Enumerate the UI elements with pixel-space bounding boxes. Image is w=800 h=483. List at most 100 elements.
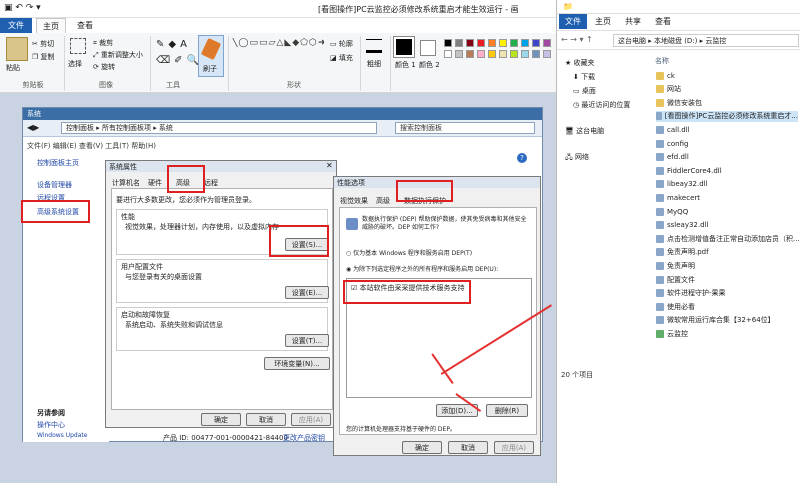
rotate-button[interactable]: ⟳ 旋转: [93, 62, 115, 72]
nav-favorites[interactable]: ★ 收藏夹: [565, 58, 595, 68]
color-swatch[interactable]: [532, 50, 540, 58]
color-palette[interactable]: [444, 39, 554, 63]
list-item[interactable]: 使用必看: [656, 301, 695, 312]
color2-swatch[interactable]: [420, 40, 436, 56]
list-item[interactable]: [看图操作]PC云监控必须修改系统重启才...: [656, 110, 798, 122]
color-swatch[interactable]: [532, 39, 540, 47]
copy-button[interactable]: ❐ 复制: [32, 52, 55, 62]
size-icon[interactable]: [366, 39, 382, 53]
list-item[interactable]: 软件进程守护-果果: [656, 288, 726, 299]
color2-label[interactable]: 颜色 2: [419, 60, 440, 70]
perfopts-apply-button[interactable]: 应用(A): [494, 441, 534, 454]
size-label[interactable]: 粗细: [367, 59, 381, 69]
color-swatch[interactable]: [477, 39, 485, 47]
color-swatch[interactable]: [499, 50, 507, 58]
tab-view[interactable]: 查看: [70, 18, 100, 33]
sysprops-apply-button[interactable]: 应用(A): [291, 413, 331, 426]
paste-icon[interactable]: [6, 37, 28, 61]
nav-network[interactable]: 🖧 网络: [565, 152, 589, 164]
color-swatch[interactable]: [510, 39, 518, 47]
help-icon[interactable]: ?: [517, 153, 527, 163]
color-swatch[interactable]: [499, 39, 507, 47]
nav-recent[interactable]: ◷ 最近访问的位置: [573, 100, 630, 110]
color1-swatch[interactable]: [393, 36, 415, 58]
explorer-tab-file[interactable]: 文件: [559, 14, 587, 29]
explorer-tab-share[interactable]: 共享: [619, 14, 647, 29]
tab-hardware[interactable]: 硬件: [148, 178, 162, 188]
quick-access-icons[interactable]: ▣ ↶ ↷ ▾: [4, 3, 41, 13]
explorer-tab-view[interactable]: 查看: [649, 14, 677, 29]
explorer-address-bar[interactable]: 这台电脑 ▸ 本地磁盘 (D:) ▸ 云监控: [613, 34, 799, 47]
color-swatch[interactable]: [477, 50, 485, 58]
tab-computer-name[interactable]: 计算机名: [112, 178, 140, 188]
shapes-gallery[interactable]: ╲◯▭▭▱△◣◆⬠⬡➜⬅⬆⬇✦✧☆✵▭◯♡⚡: [232, 38, 324, 74]
select-label[interactable]: 选择: [68, 59, 82, 69]
windows-update-link[interactable]: Windows Update: [37, 432, 87, 439]
remove-button[interactable]: 删除(R): [486, 404, 528, 417]
color-swatch[interactable]: [488, 39, 496, 47]
back-forward-icon[interactable]: ◀▶: [27, 123, 39, 132]
sysprops-cancel-button[interactable]: 取消: [246, 413, 286, 426]
dep-option-basic[interactable]: ○ 仅为基本 Windows 程序和服务启用 DEP(T): [346, 248, 472, 257]
list-item[interactable]: config: [656, 138, 688, 149]
list-item[interactable]: 免责声明: [656, 260, 695, 271]
list-item[interactable]: efd.dll: [656, 152, 689, 163]
tab-remote[interactable]: 远程: [204, 178, 218, 188]
device-manager-link[interactable]: 设备管理器: [37, 180, 72, 190]
color-swatch[interactable]: [455, 39, 463, 47]
color-swatch[interactable]: [466, 39, 474, 47]
dep-option-all[interactable]: ◉ 为除下列选定程序之外的所有程序和服务启用 DEP(U):: [346, 264, 498, 273]
color-swatch[interactable]: [510, 50, 518, 58]
color-swatch[interactable]: [444, 39, 452, 47]
list-item[interactable]: 配置文件: [656, 274, 695, 285]
list-item[interactable]: 微信安装包: [656, 97, 702, 108]
list-item[interactable]: ck: [656, 70, 675, 81]
tab-home[interactable]: 主页: [36, 18, 66, 33]
control-panel-home-link[interactable]: 控制面板主页: [37, 158, 79, 168]
list-item[interactable]: 网站: [656, 84, 681, 95]
color-swatch[interactable]: [543, 50, 551, 58]
sysprops-ok-button[interactable]: 确定: [201, 413, 241, 426]
address-bar[interactable]: 控制面板 ▸ 所有控制面板项 ▸ 系统: [61, 122, 377, 134]
nav-arrows-icon[interactable]: ← → ▾ ↑: [561, 35, 593, 44]
color-swatch[interactable]: [466, 50, 474, 58]
tab-file[interactable]: 文件: [0, 18, 32, 33]
fill-button[interactable]: ◪ 填充: [330, 53, 353, 63]
tools-icons[interactable]: ✎◆A: [156, 39, 191, 50]
color-swatch[interactable]: [543, 39, 551, 47]
paste-label[interactable]: 粘贴: [6, 63, 20, 73]
nav-this-pc[interactable]: 🖥 这台电脑: [565, 126, 604, 136]
tab-perf-advanced[interactable]: 高级: [376, 196, 390, 206]
close-icon[interactable]: ✕: [326, 161, 333, 170]
search-input[interactable]: 搜索控制面板: [395, 122, 535, 134]
list-item[interactable]: MyQQ: [656, 206, 688, 217]
name-column-header[interactable]: 名称: [655, 56, 669, 66]
list-item[interactable]: FiddlerCore4.dll: [656, 165, 722, 176]
explorer-tab-home[interactable]: 主页: [589, 14, 617, 29]
list-item[interactable]: 点击检测增值备注正常自动添加店员（积...: [656, 233, 800, 244]
color-swatch[interactable]: [455, 50, 463, 58]
color-swatch[interactable]: [444, 50, 452, 58]
list-item[interactable]: 云监控: [656, 328, 688, 339]
resize-button[interactable]: ⤢ 重新调整大小: [93, 50, 143, 60]
color-swatch[interactable]: [521, 50, 529, 58]
tab-visual-effects[interactable]: 视觉效果: [340, 196, 368, 206]
color1-label[interactable]: 颜色 1: [395, 60, 416, 70]
color-swatch[interactable]: [521, 39, 529, 47]
change-key-link[interactable]: 更改产品密钥: [283, 433, 325, 443]
list-item[interactable]: ssleay32.dll: [656, 220, 708, 231]
action-center-link[interactable]: 操作中心: [37, 420, 65, 430]
nav-downloads[interactable]: ⬇ 下载: [573, 72, 595, 82]
list-item[interactable]: 微软常用运行库合集【32+64位】: [656, 315, 775, 326]
outline-button[interactable]: ▭ 轮廓: [330, 39, 353, 49]
profile-settings-button[interactable]: 设置(E)...: [285, 286, 329, 299]
perfopts-ok-button[interactable]: 确定: [402, 441, 442, 454]
crop-button[interactable]: ⌗ 裁剪: [93, 38, 113, 48]
tools-icons-row2[interactable]: ⌫✐🔍: [156, 55, 203, 66]
cut-button[interactable]: ✂ 剪切: [32, 39, 54, 49]
list-item[interactable]: 免责声明.pdf: [656, 247, 709, 258]
env-vars-button[interactable]: 环境变量(N)...: [264, 357, 330, 370]
list-item[interactable]: call.dll: [656, 124, 690, 135]
list-item[interactable]: libeay32.dll: [656, 179, 708, 190]
color-swatch[interactable]: [488, 50, 496, 58]
